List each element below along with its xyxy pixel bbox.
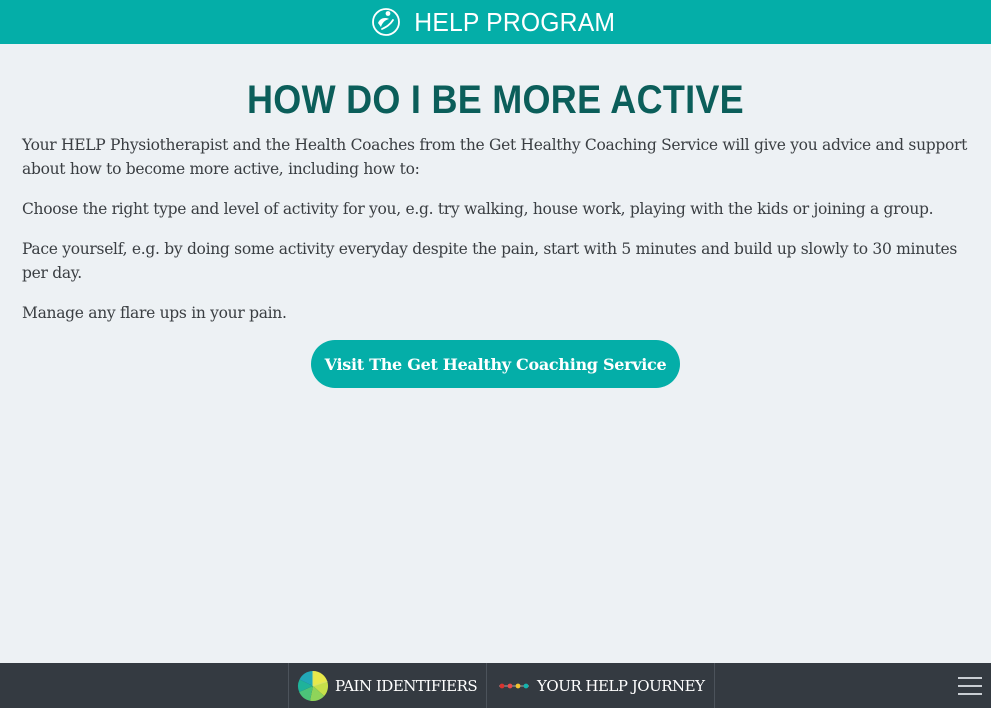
page-title: HOW DO I BE MORE ACTIVE [247,78,744,122]
nav-item-your-help-journey[interactable]: YOUR HELP JOURNEY [486,663,715,708]
main-content: HOW DO I BE MORE ACTIVE Your HELP Physio… [0,44,991,663]
app-title: HELP PROGRAM [414,6,615,37]
paragraph-intro: Your HELP Physiotherapist and the Health… [22,136,968,178]
paragraph-pace-yourself: Pace yourself, e.g. by doing some activi… [22,240,958,282]
bottom-nav: PAIN IDENTIFIERS YOUR HELP JOURNEY [288,663,715,708]
page: HELP PROGRAM HOW DO I BE MORE ACTIVE You… [0,0,991,708]
nav-label-pain-identifiers: PAIN IDENTIFIERS [335,676,478,695]
app-header: HELP PROGRAM [0,0,991,44]
pain-wheel-icon [297,670,329,701]
nav-item-pain-identifiers[interactable]: PAIN IDENTIFIERS [288,663,486,708]
nav-label-your-help-journey: YOUR HELP JOURNEY [537,676,705,695]
visit-coaching-service-button[interactable]: Visit The Get Healthy Coaching Service [311,340,680,388]
bottom-nav-bar: PAIN IDENTIFIERS YOUR HELP JOURNEY [0,663,991,708]
body-text: Your HELP Physiotherapist and the Health… [0,133,991,341]
paragraph-choose-activity: Choose the right type and level of activ… [22,200,934,218]
hamburger-menu-icon[interactable] [958,677,982,695]
paragraph-flare-ups: Manage any flare ups in your pain. [22,304,287,322]
journey-dots-icon [499,683,529,688]
cta-container: Visit The Get Healthy Coaching Service [0,340,991,388]
leaf-person-icon [371,8,400,36]
